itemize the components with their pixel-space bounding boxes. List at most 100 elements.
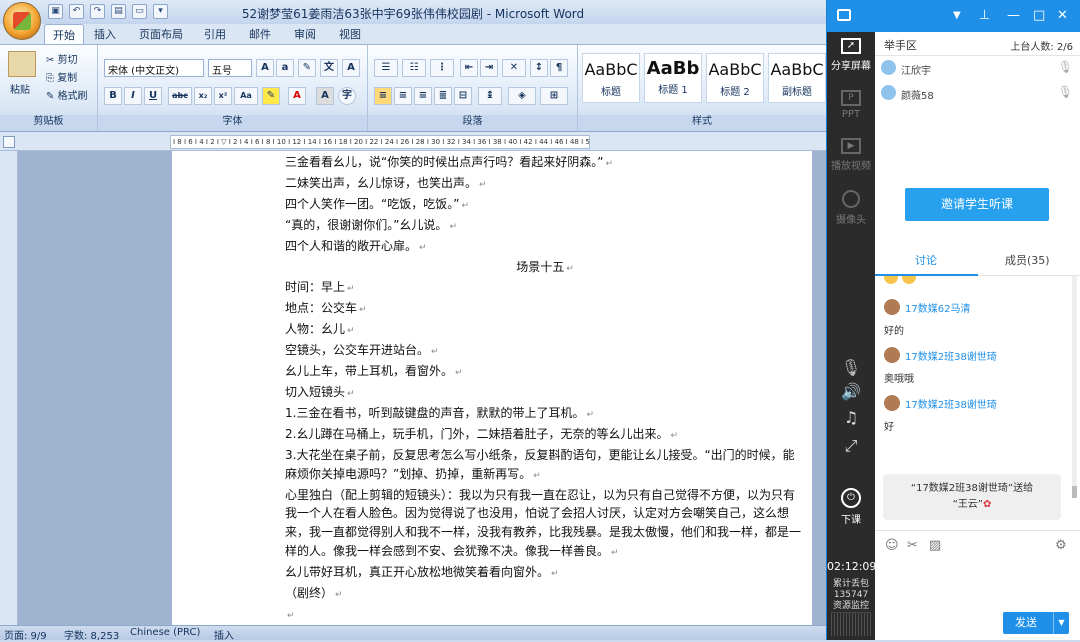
fullscreen-icon[interactable]: ⤢: [827, 436, 875, 459]
paste-icon[interactable]: [8, 51, 36, 77]
strikethrough-icon[interactable]: abc: [168, 87, 192, 105]
tab-selector-icon[interactable]: [3, 136, 15, 148]
highlight-icon[interactable]: ✎: [262, 87, 280, 105]
tab-references[interactable]: 引用: [204, 26, 226, 42]
line-spacing-icon[interactable]: ↨: [478, 87, 502, 105]
settings-icon[interactable]: ⚙: [1055, 538, 1067, 553]
subscript-icon[interactable]: x₂: [194, 87, 212, 105]
char-border-icon[interactable]: A: [342, 59, 360, 77]
close-icon[interactable]: ✕: [1057, 8, 1068, 23]
decrease-indent-icon[interactable]: ⇤: [460, 59, 478, 77]
tab-view[interactable]: 视图: [339, 26, 361, 42]
copy-button[interactable]: ⎘ 复制: [46, 69, 77, 84]
office-button[interactable]: [3, 2, 41, 40]
end-class-icon: ⏻: [841, 488, 861, 508]
emoji-icon: [884, 276, 916, 284]
mic-icon[interactable]: 🎙: [827, 358, 875, 381]
horizontal-ruler[interactable]: I 8 I 6 I 4 I 2 I ▽ I 2 I 4 I 6 I 8 I 10…: [170, 135, 590, 149]
dropdown-icon[interactable]: ▼: [953, 10, 961, 21]
doc-line: 四个人笑作一团。“吃饭，吃饭。” ↵: [285, 196, 469, 211]
chat-toolbar: ☺ ✂ ▨ ⚙: [875, 530, 1080, 560]
scissors-icon[interactable]: ✂: [907, 538, 918, 553]
tab-members[interactable]: 成员(35): [1005, 252, 1050, 268]
superscript-icon[interactable]: x²: [214, 87, 232, 105]
show-marks-icon[interactable]: ¶: [550, 59, 568, 77]
tab-page-layout[interactable]: 页面布局: [139, 26, 183, 42]
hand-student[interactable]: 颜薇58 🎙: [879, 83, 1077, 105]
doc-line: 地点：公交车 ↵: [285, 301, 367, 316]
minimize-icon[interactable]: —: [1007, 8, 1020, 23]
increase-indent-icon[interactable]: ⇥: [480, 59, 498, 77]
invite-students-button[interactable]: 邀请学生听课: [905, 188, 1049, 221]
hand-student[interactable]: 江欣宇 🎙: [879, 58, 1077, 80]
network-graph: [831, 612, 871, 636]
send-button[interactable]: 发送 ▼: [1003, 612, 1069, 634]
sort-icon[interactable]: ↕: [530, 59, 548, 77]
mic-icon[interactable]: 🎙: [1058, 85, 1073, 99]
tab-insert[interactable]: 插入: [94, 26, 116, 42]
bullets-icon[interactable]: ☰: [374, 59, 398, 77]
chat-list[interactable]: 17数媒62马清 好的 17数媒2班38谢世琦 奥哦哦 17数媒2班38谢世琦 …: [875, 276, 1075, 526]
speaker-icon[interactable]: 🔊: [827, 382, 875, 405]
tab-home[interactable]: 开始: [44, 24, 84, 45]
paste-button[interactable]: 粘贴: [10, 81, 30, 96]
maximize-icon[interactable]: □: [1033, 8, 1045, 23]
chat-scrollbar[interactable]: [1072, 276, 1077, 498]
mic-icon[interactable]: 🎙: [1058, 60, 1073, 74]
format-painter-button[interactable]: ✎ 格式刷: [46, 87, 88, 102]
play-video-button[interactable]: ▶ 播放视频: [827, 138, 875, 172]
char-shading-icon[interactable]: A: [316, 87, 334, 105]
panel-sidebar: ➚ 分享屏幕 P PPT ▶ 播放视频 摄像头 🎙 🔊 ♫ ⤢ ⏻ 下课 02:…: [827, 32, 876, 640]
status-language[interactable]: Chinese (PRC): [130, 627, 200, 638]
font-color-icon[interactable]: A: [288, 87, 306, 105]
emoji-icon[interactable]: ☺: [885, 538, 899, 553]
window-title: 52谢梦莹61姜雨洁63张中宇69张伟伟校园剧 - Microsoft Word: [241, 7, 585, 21]
enclose-char-icon[interactable]: 字: [338, 87, 356, 105]
doc-line: 三金看看幺儿，说“你笑的时候出点声行吗？看起来好阴森。” ↵: [285, 155, 613, 169]
stage-count: 上台人数: 2/6: [1010, 42, 1073, 53]
styles-group: AaBbC 标题 AaBb 标题 1 AaBbC 标题 2 AaBbC 副标题 …: [578, 45, 826, 131]
panel-content: 举手区 上台人数: 2/6 江欣宇 🎙 颜薇58 🎙 邀请学生听课 讨论 成员(…: [875, 32, 1080, 640]
paragraph-label: 段落: [368, 115, 577, 129]
end-class-button[interactable]: ⏻ 下课: [827, 488, 875, 526]
multilevel-list-icon[interactable]: ⋮: [430, 59, 454, 77]
image-icon[interactable]: ▨: [929, 538, 941, 553]
shading-icon[interactable]: ◈: [508, 87, 536, 105]
send-options-icon[interactable]: ▼: [1053, 612, 1069, 634]
document-text[interactable]: 三金看看幺儿，说“你笑的时候出点声行吗？看起来好阴森。” ↵ 二妹笑出声，幺儿惊讶…: [285, 153, 805, 625]
bold-icon[interactable]: B: [104, 87, 122, 105]
tab-mailings[interactable]: 邮件: [249, 26, 271, 42]
chinese-layout-icon[interactable]: ✕: [502, 59, 526, 77]
style-heading-2[interactable]: AaBbC 标题 2: [706, 53, 764, 103]
numbering-icon[interactable]: ☷: [402, 59, 426, 77]
style-normal[interactable]: AaBbC 标题: [582, 53, 640, 103]
font-name-select[interactable]: 宋体 (中文正文): [104, 59, 204, 77]
italic-icon[interactable]: I: [124, 87, 142, 105]
style-heading-1[interactable]: AaBb 标题 1: [644, 53, 702, 103]
align-left-icon[interactable]: ≡: [374, 87, 392, 105]
scroll-thumb[interactable]: [1072, 486, 1077, 498]
network-stats[interactable]: 累计丢包 135747 资源监控: [827, 579, 875, 612]
align-center-icon[interactable]: ≡: [394, 87, 412, 105]
clear-format-icon[interactable]: ✎: [298, 59, 316, 77]
ppt-button[interactable]: P PPT: [827, 90, 875, 120]
phonetic-icon[interactable]: 文: [320, 59, 338, 77]
pin-icon[interactable]: ⊥: [979, 8, 990, 23]
underline-icon[interactable]: U: [144, 87, 162, 105]
tab-discussion[interactable]: 讨论: [915, 252, 937, 268]
music-icon[interactable]: ♫: [827, 408, 875, 431]
justify-icon[interactable]: ≣: [434, 87, 452, 105]
share-screen-button[interactable]: ➚ 分享屏幕: [827, 38, 875, 72]
borders-icon[interactable]: ⊞: [540, 87, 568, 105]
grow-font-icon[interactable]: A: [256, 59, 274, 77]
font-size-select[interactable]: 五号: [208, 59, 252, 77]
shrink-font-icon[interactable]: a: [276, 59, 294, 77]
document-page: 三金看看幺儿，说“你笑的时候出点声行吗？看起来好阴森。” ↵ 二妹笑出声，幺儿惊讶…: [172, 151, 812, 625]
tab-review[interactable]: 审阅: [294, 26, 316, 42]
align-right-icon[interactable]: ≡: [414, 87, 432, 105]
change-case-icon[interactable]: Aa: [234, 87, 258, 105]
style-subtitle[interactable]: AaBbC 副标题: [768, 53, 826, 103]
cut-button[interactable]: ✂ 剪切: [46, 51, 78, 66]
distribute-icon[interactable]: ⊟: [454, 87, 472, 105]
camera-button[interactable]: 摄像头: [827, 190, 875, 226]
